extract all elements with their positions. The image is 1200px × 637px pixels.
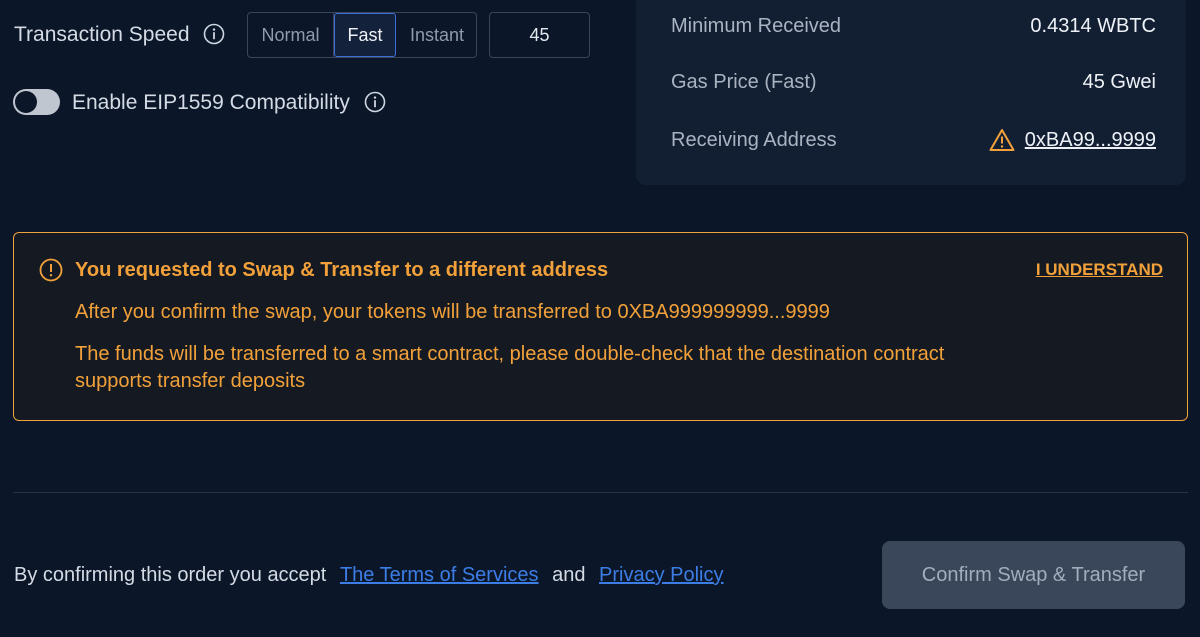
eip1559-text: Enable EIP1559 Compatibility (72, 91, 350, 114)
summary-label: Receiving Address (671, 129, 837, 151)
warning-message-transfer: After you confirm the swap, your tokens … (75, 301, 830, 323)
terms-of-service-link[interactable]: The Terms of Services (340, 564, 539, 586)
eip1559-label: Enable EIP1559 Compatibility (72, 90, 386, 116)
receiving-address-text: 0xBA99...9999 (1024, 129, 1156, 151)
summary-row-minimum-received: Minimum Received 0.4314 WBTC (671, 11, 1156, 41)
swap-summary-panel: Minimum Received 0.4314 WBTC Gas Price (… (636, 0, 1186, 185)
toggle-knob (15, 91, 37, 113)
privacy-policy-link[interactable]: Privacy Policy (599, 564, 723, 586)
receiving-address-link[interactable]: 0xBA99...9999 (989, 125, 1156, 155)
summary-row-gas-price: Gas Price (Fast) 45 Gwei (671, 67, 1156, 97)
warning-title: You requested to Swap & Transfer to a di… (75, 259, 609, 281)
summary-row-receiving-address: Receiving Address 0xBA99...9999 (671, 125, 1156, 155)
transaction-speed-text: Transaction Speed (14, 23, 190, 46)
i-understand-button[interactable]: I UNDERSTAND (1036, 259, 1163, 281)
speed-option-fast[interactable]: Fast (334, 13, 396, 57)
speed-selector: Normal Fast Instant (247, 12, 477, 58)
gas-price-input[interactable] (489, 12, 590, 58)
confirm-swap-transfer-button[interactable]: Confirm Swap & Transfer (882, 541, 1185, 609)
consent-conjunction: and (552, 564, 586, 586)
eip1559-toggle[interactable] (13, 89, 60, 115)
warning-triangle-icon (989, 129, 1015, 151)
summary-label: Gas Price (Fast) (671, 71, 817, 93)
different-address-warning: You requested to Swap & Transfer to a di… (13, 232, 1188, 421)
summary-value: 45 Gwei (1082, 71, 1156, 93)
divider (13, 492, 1188, 493)
alert-circle-icon (39, 258, 63, 282)
speed-option-normal[interactable]: Normal (248, 13, 334, 57)
consent-prefix: By confirming this order you accept (14, 564, 327, 586)
terms-consent-text: By confirming this order you accept The … (14, 562, 724, 588)
warning-message-contract: The funds will be transferred to a smart… (75, 343, 945, 392)
transaction-speed-label: Transaction Speed (14, 22, 225, 48)
summary-value: 0.4314 WBTC (1030, 15, 1156, 37)
info-icon[interactable] (203, 23, 225, 45)
speed-option-instant[interactable]: Instant (396, 13, 476, 57)
info-icon[interactable] (364, 91, 386, 113)
summary-label: Minimum Received (671, 15, 842, 37)
